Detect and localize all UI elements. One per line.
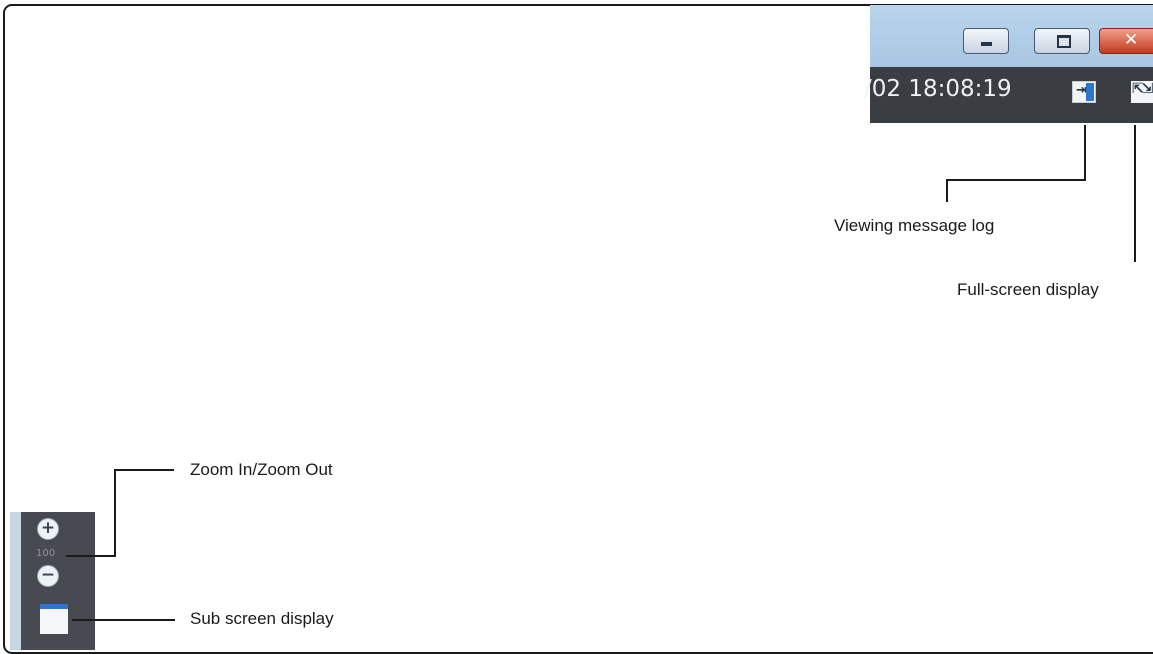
- maximize-button[interactable]: [1034, 28, 1090, 54]
- callout-sub-screen-display: Sub screen display: [190, 609, 334, 628]
- minimize-button[interactable]: [963, 28, 1009, 54]
- callout-line: [114, 469, 116, 557]
- callout-line: [1134, 125, 1136, 262]
- minimize-icon: [981, 42, 992, 46]
- timestamp: /02 18:08:19: [864, 76, 1012, 102]
- callout-zoom-in-out: Zoom In/Zoom Out: [190, 460, 333, 479]
- close-icon: ✕: [1124, 30, 1139, 50]
- callout-viewing-message-log: Viewing message log: [834, 216, 995, 235]
- close-button[interactable]: ✕: [1099, 28, 1153, 54]
- full-screen-icon: ⇱⇲: [1132, 81, 1153, 97]
- callout-line: [114, 469, 174, 471]
- message-log-button[interactable]: ⇥: [1072, 81, 1096, 103]
- maximize-icon: [1057, 35, 1071, 48]
- callout-line: [946, 179, 1086, 181]
- callout-line: [66, 555, 116, 557]
- message-log-panel-stripe: [1086, 83, 1094, 101]
- callout-line: [1084, 125, 1086, 181]
- callout-line: [72, 619, 175, 621]
- full-screen-button[interactable]: ⇱⇲: [1131, 81, 1153, 103]
- callout-line: [946, 179, 948, 202]
- zoom-out-button[interactable]: −: [37, 565, 59, 587]
- sub-screen-button[interactable]: [40, 604, 68, 634]
- zoom-out-icon: −: [40, 565, 56, 585]
- callout-full-screen-display: Full-screen display: [957, 280, 1099, 299]
- zoom-in-icon: +: [40, 518, 56, 538]
- zoom-level: 100: [36, 548, 56, 559]
- zoom-in-button[interactable]: +: [37, 518, 59, 540]
